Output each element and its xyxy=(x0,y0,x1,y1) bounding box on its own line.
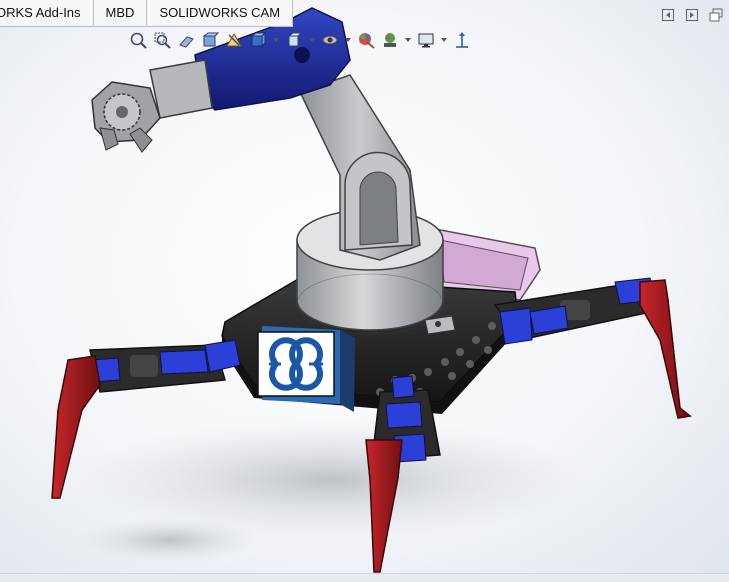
chevron-down-icon[interactable] xyxy=(344,30,352,50)
edit-appearance-icon[interactable] xyxy=(356,30,376,50)
gripper xyxy=(91,81,161,153)
dynamic-annotation-icon[interactable] xyxy=(224,30,244,50)
tile-right-icon[interactable] xyxy=(685,8,699,22)
bottom-border xyxy=(0,573,729,582)
triad-icon[interactable] xyxy=(452,30,472,50)
previous-view-icon[interactable] xyxy=(176,30,196,50)
chevron-down-icon[interactable] xyxy=(272,30,280,50)
chevron-down-icon[interactable] xyxy=(308,30,316,50)
display-style-icon[interactable] xyxy=(284,30,304,50)
hide-show-items-icon[interactable] xyxy=(320,30,340,50)
leg-right xyxy=(493,277,692,419)
command-manager-tabs: ORKS Add-Ins MBD SOLIDWORKS CAM xyxy=(0,0,294,27)
arduino-logo xyxy=(257,331,335,397)
window-controls xyxy=(661,8,723,22)
zoom-to-fit-icon[interactable] xyxy=(128,30,148,50)
view-orientation-icon[interactable] xyxy=(248,30,268,50)
robot-model[interactable] xyxy=(0,0,729,582)
tile-left-icon[interactable] xyxy=(661,8,675,22)
graphics-area[interactable]: ORKS Add-Ins MBD SOLIDWORKS CAM xyxy=(0,0,729,582)
chevron-down-icon[interactable] xyxy=(440,30,448,50)
view-settings-icon[interactable] xyxy=(416,30,436,50)
floor-shadow-2 xyxy=(80,518,260,562)
tab-mbd[interactable]: MBD xyxy=(93,0,148,25)
apply-scene-icon[interactable] xyxy=(380,30,400,50)
tab-solidworks-add-ins[interactable]: ORKS Add-Ins xyxy=(0,0,94,25)
chevron-down-icon[interactable] xyxy=(404,30,412,50)
section-view-icon[interactable] xyxy=(200,30,220,50)
restore-window-icon[interactable] xyxy=(709,8,723,22)
zoom-to-area-icon[interactable] xyxy=(152,30,172,50)
heads-up-view-toolbar xyxy=(128,27,472,53)
tab-solidworks-cam[interactable]: SOLIDWORKS CAM xyxy=(147,0,294,25)
